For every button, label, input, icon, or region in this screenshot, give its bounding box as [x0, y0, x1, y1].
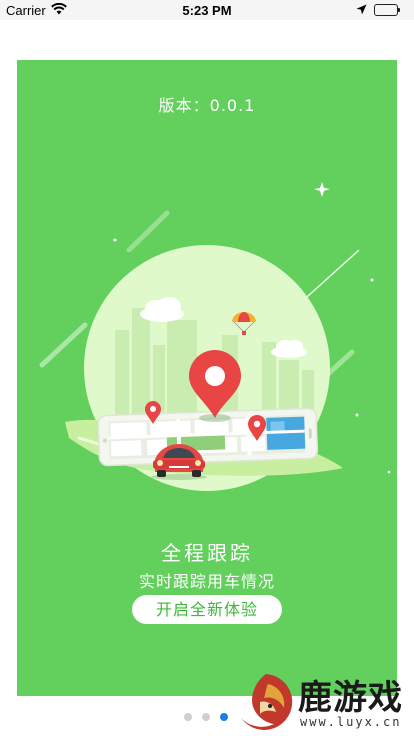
page-dot-2[interactable] [202, 713, 210, 721]
onboarding-slide[interactable]: 版本：0.0.1 全程跟踪 实时跟踪用车情况 开启全新体验 [17, 60, 397, 696]
clock: 5:23 PM [182, 3, 232, 18]
version-label: 版本：0.0.1 [158, 96, 256, 115]
feature-title: 全程跟踪 [161, 541, 253, 565]
watermark: 鹿游戏 www.luyx.cn [232, 668, 414, 736]
map-tracking-illustration [39, 182, 391, 491]
page-dot-3-active[interactable] [220, 713, 228, 721]
feature-subtitle: 实时跟踪用车情况 [138, 572, 275, 591]
location-arrow-icon [356, 3, 367, 18]
start-experience-button[interactable]: 开启全新体验 [132, 595, 282, 624]
deer-logo-icon [240, 674, 293, 730]
battery-full-icon [374, 4, 402, 16]
watermark-url: www.luyx.cn [300, 715, 402, 729]
watermark-text: 鹿游戏 [298, 678, 403, 718]
page-dot-1[interactable] [184, 713, 192, 721]
status-bar: Carrier 5:23 PM [0, 0, 414, 20]
